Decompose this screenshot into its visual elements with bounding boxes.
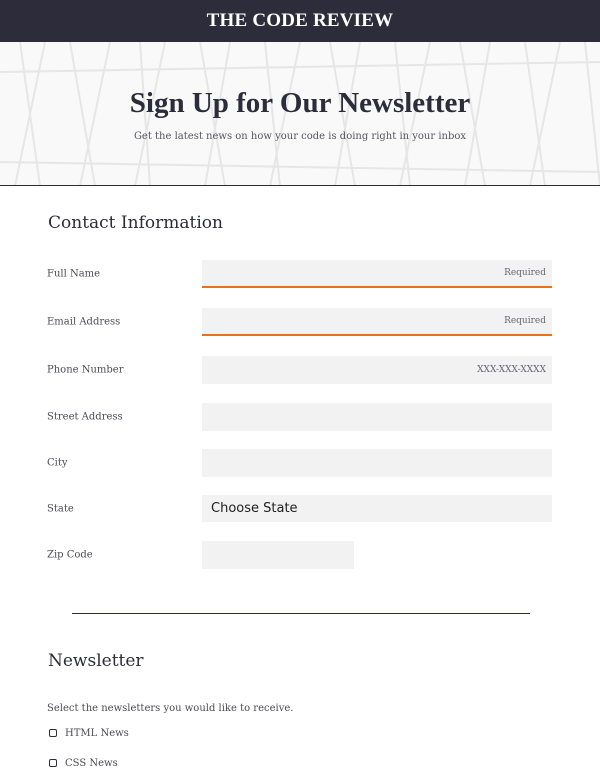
page-subtitle: Get the latest news on how your code is … xyxy=(133,131,467,142)
newsletter-option-css[interactable]: CSS News xyxy=(49,756,118,770)
city-input[interactable] xyxy=(202,449,552,477)
email-input[interactable] xyxy=(202,308,552,336)
newsletter-option-html[interactable]: HTML News xyxy=(49,726,129,740)
site-header: THE CODE REVIEW xyxy=(0,0,600,42)
state-select[interactable]: Choose State xyxy=(202,495,552,522)
city-label: City xyxy=(47,457,68,469)
section-divider xyxy=(72,613,530,614)
zip-input[interactable] xyxy=(202,541,354,569)
phone-row: Phone Number xyxy=(0,356,600,384)
page-title: Sign Up for Our Newsletter xyxy=(129,87,471,119)
email-row: Email Address xyxy=(0,308,600,336)
css-news-checkbox[interactable] xyxy=(49,759,57,767)
state-select-value: Choose State xyxy=(211,501,298,516)
phone-label: Phone Number xyxy=(47,364,124,376)
html-news-checkbox[interactable] xyxy=(49,729,57,737)
street-label: Street Address xyxy=(47,411,123,423)
full-name-label: Full Name xyxy=(47,268,101,280)
contact-section-title: Contact Information xyxy=(48,213,223,233)
city-row: City xyxy=(0,449,600,477)
zip-label: Zip Code xyxy=(47,549,93,561)
newsletter-section-title: Newsletter xyxy=(48,651,144,671)
street-row: Street Address xyxy=(0,403,600,431)
zip-row: Zip Code xyxy=(0,541,600,569)
state-row: State Choose State xyxy=(0,495,600,523)
street-input[interactable] xyxy=(202,403,552,431)
email-label: Email Address xyxy=(47,316,121,328)
html-news-label: HTML News xyxy=(65,727,129,739)
css-news-label: CSS News xyxy=(65,757,118,769)
state-label: State xyxy=(47,503,74,515)
newsletter-intro: Select the newsletters you would like to… xyxy=(47,703,294,714)
full-name-row: Full Name xyxy=(0,260,600,288)
site-title: THE CODE REVIEW xyxy=(206,10,394,31)
hero-banner: Sign Up for Our Newsletter Get the lates… xyxy=(0,42,600,186)
phone-input[interactable] xyxy=(202,356,552,384)
full-name-input[interactable] xyxy=(202,260,552,288)
